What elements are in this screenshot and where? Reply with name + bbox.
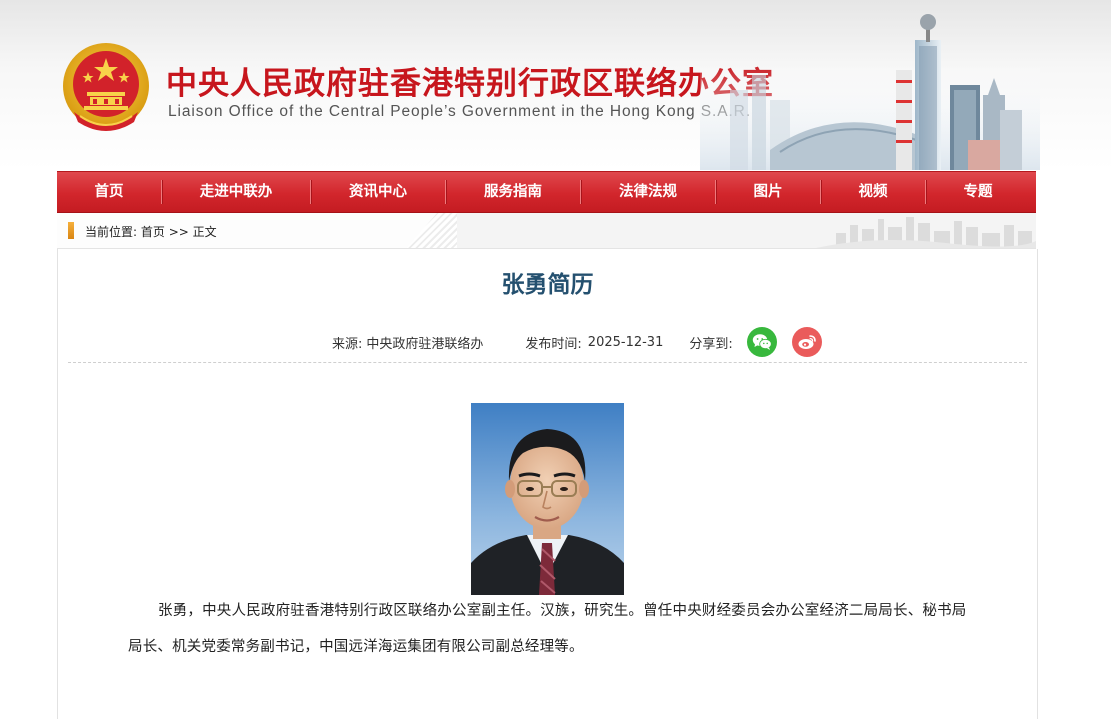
breadcrumb-separator: >>: [168, 225, 189, 239]
article-body: 张勇，中央人民政府驻香港特别行政区联络办公室副主任。汉族，研究生。曾任中央财经委…: [128, 603, 967, 655]
nav-item-home[interactable]: 首页: [57, 172, 161, 212]
site-title-en[interactable]: Liaison Office of the Central People’s G…: [168, 103, 751, 121]
share-label: 分享到:: [689, 336, 733, 352]
breadcrumb-marker-icon: [68, 222, 74, 239]
date-label: 发布时间:: [525, 336, 582, 352]
main-nav: 首页 走进中联办 资讯中心 服务指南 法律法规 图片 视频 专题: [57, 171, 1036, 213]
portrait-photo: [471, 403, 624, 595]
meta-divider: [68, 362, 1027, 363]
source-label: 来源:: [332, 336, 363, 352]
nav-item-photos[interactable]: 图片: [716, 172, 820, 212]
skyline-illustration: [700, 14, 1040, 170]
share-wechat-button[interactable]: [746, 327, 777, 357]
breadcrumb-current: 正文: [192, 225, 217, 239]
nav-item-about[interactable]: 走进中联办: [162, 172, 310, 212]
breadcrumb-home-link[interactable]: 首页: [141, 225, 165, 239]
nav-item-news[interactable]: 资讯中心: [311, 172, 445, 212]
nav-item-laws[interactable]: 法律法规: [581, 172, 715, 212]
breadcrumb-bar: 当前位置: 首页 >> 正文: [57, 213, 1036, 249]
site-title-cn[interactable]: 中央人民政府驻香港特别行政区联络办公室: [166, 58, 774, 103]
article-title: 张勇简历: [501, 272, 594, 298]
source-value: 中央政府驻港联络办: [366, 336, 484, 352]
article-container: 张勇简历 来源: 中央政府驻港联络办 发布时间: 2025-12-31 分享到:: [57, 249, 1038, 719]
nav-item-topics[interactable]: 专题: [926, 172, 1030, 212]
nav-item-videos[interactable]: 视频: [821, 172, 925, 212]
breadcrumb: 当前位置: 首页 >> 正文: [85, 223, 217, 240]
nav-item-services[interactable]: 服务指南: [446, 172, 580, 212]
breadcrumb-prefix: 当前位置:: [85, 225, 138, 239]
share-weibo-button[interactable]: [791, 327, 822, 357]
wechat-icon: [752, 334, 772, 350]
publish-date: 2025-12-31: [587, 334, 664, 350]
article-meta: 来源: 中央政府驻港联络办 发布时间: 2025-12-31 分享到:: [332, 327, 822, 357]
breadcrumb-skyline-decoration: [816, 217, 1036, 248]
weibo-icon: [798, 335, 816, 349]
site-header: 中央人民政府驻香港特别行政区联络办公室 Liaison Office of th…: [0, 0, 1111, 170]
national-emblem-icon: [63, 43, 149, 131]
